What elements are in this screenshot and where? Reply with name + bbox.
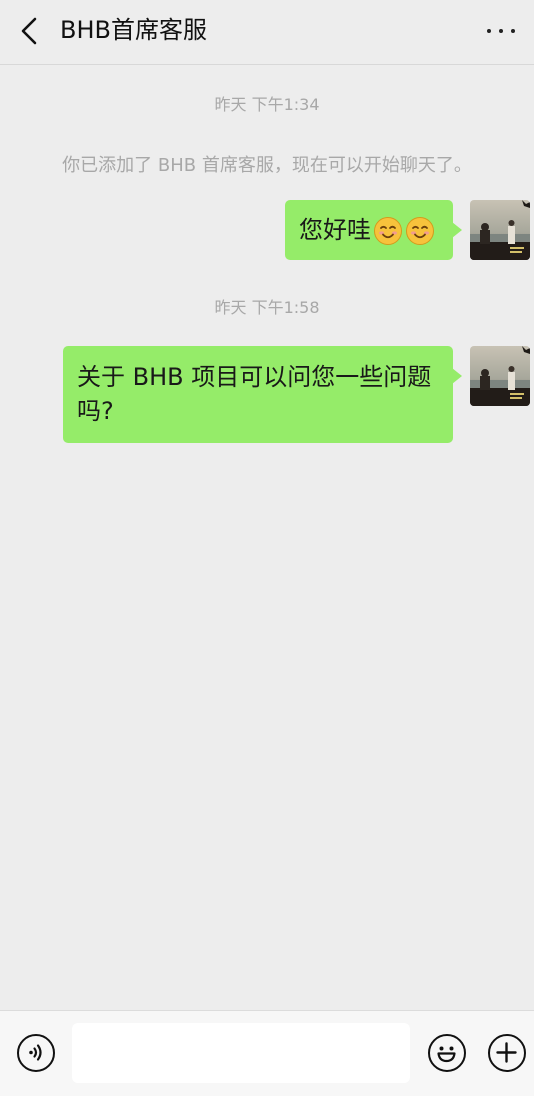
more-button[interactable] (486, 18, 516, 42)
avatar[interactable] (470, 346, 530, 406)
top-bar: BHB首席客服 (0, 0, 534, 65)
chat-title: BHB首席客服 (60, 16, 207, 44)
message-input[interactable] (72, 1023, 410, 1083)
plus-button[interactable] (488, 1034, 526, 1072)
message-text: 关于 BHB 项目可以问您一些问题 (77, 363, 432, 391)
timestamp: 昨天 下午1:58 (214, 298, 320, 317)
voice-icon (29, 1044, 42, 1061)
smiling-face-icon (406, 217, 434, 245)
message-bubble-2[interactable]: 关于 BHB 项目可以问您一些问题 吗? (63, 346, 462, 443)
emoji-button[interactable] (428, 1034, 466, 1072)
avatar-photo (470, 346, 530, 406)
timestamp: 昨天 下午1:34 (214, 95, 320, 114)
input-bar (0, 1010, 534, 1096)
avatar-photo (470, 200, 530, 260)
voice-button[interactable] (17, 1034, 55, 1072)
message-text: 吗? (77, 397, 114, 425)
smiling-face-icon (374, 217, 402, 245)
message-text: 您好哇 (299, 216, 371, 244)
chevron-left-icon (21, 17, 37, 45)
system-notice: 你已添加了 BHB 首席客服，现在可以开始聊天了。 (62, 155, 472, 176)
emoji-icon (437, 1046, 456, 1063)
avatar[interactable] (470, 200, 530, 260)
ellipsis-icon (487, 29, 491, 33)
plus-icon (496, 1042, 517, 1063)
message-bubble-1[interactable]: 您好哇 (285, 200, 462, 260)
back-button[interactable] (18, 16, 42, 46)
